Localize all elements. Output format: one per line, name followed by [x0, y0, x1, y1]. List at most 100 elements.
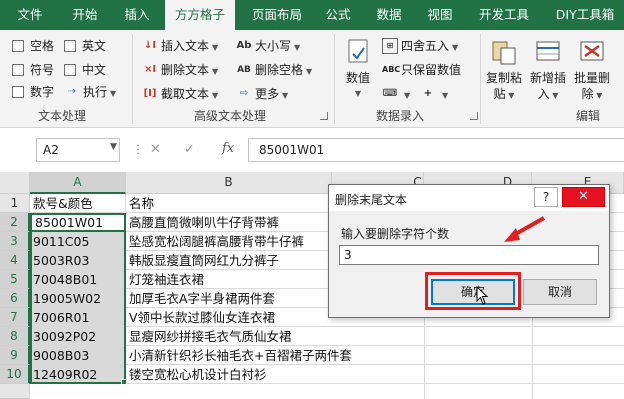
formula-bar-grip-icon[interactable]: ⋮: [132, 142, 144, 156]
batch-delete-button[interactable]: 批量删 除 ▼: [570, 36, 614, 106]
group-separator: [132, 34, 133, 124]
new-insert-icon: [536, 41, 560, 61]
tab-diy-toolbox[interactable]: DIY工具箱: [546, 0, 624, 30]
help-button[interactable]: ?: [534, 187, 558, 207]
dialog-titlebar[interactable]: 删除末尾文本 ? ✕: [329, 185, 609, 211]
cell-a8[interactable]: 30092P02: [30, 327, 126, 346]
row-header[interactable]: 9: [0, 346, 30, 365]
fill-handle[interactable]: [121, 379, 127, 385]
group-label-edit: 编辑: [576, 109, 601, 123]
tab-home[interactable]: 开始: [60, 0, 110, 30]
insert-function-icon[interactable]: fx: [222, 141, 234, 156]
checkbox-label: 符号: [30, 63, 55, 77]
column-header-b[interactable]: B: [126, 172, 332, 194]
checkbox-box[interactable]: [12, 64, 24, 76]
delete-space-icon: AB: [237, 65, 251, 75]
cancel-icon[interactable]: ✕: [150, 142, 161, 157]
group-label-advanced-text: 高级文本处理: [194, 109, 267, 123]
dropdown-arrow-icon: ▼: [452, 43, 459, 52]
extract-text-label: 截取文本: [161, 87, 210, 101]
dropdown-arrow-icon: ▼: [306, 67, 313, 76]
column-header-a[interactable]: A: [30, 172, 126, 194]
tab-file[interactable]: 文件: [6, 0, 54, 30]
cell-a3[interactable]: 9011C05: [30, 232, 126, 251]
cancel-button[interactable]: 取消: [523, 279, 597, 305]
tab-developer[interactable]: 开发工具: [468, 0, 540, 30]
row-header[interactable]: 4: [0, 251, 30, 270]
checkbox-label: 英文: [82, 39, 107, 53]
name-box-dropdown-icon[interactable]: ▼: [110, 142, 117, 152]
more-icon: ⇨: [239, 88, 249, 99]
enter-icon[interactable]: ✓: [184, 142, 195, 157]
cell-a5[interactable]: 70048B01: [30, 270, 126, 289]
row-header[interactable]: 7: [0, 308, 30, 327]
insert-text-label: 插入文本: [161, 39, 210, 53]
cell-a6[interactable]: 19005W02: [30, 289, 126, 308]
cell-b10[interactable]: 镂空宽松心机设计白衬衫: [126, 365, 624, 384]
delete-count-input[interactable]: 3: [339, 245, 599, 265]
row-header[interactable]: 5: [0, 270, 30, 289]
cell-a9[interactable]: 9008B03: [30, 346, 126, 365]
row-header[interactable]: 8: [0, 327, 30, 346]
copy-paste-label-line1: 复制粘: [485, 71, 522, 85]
tab-data[interactable]: 数据: [366, 0, 412, 30]
select-all-corner[interactable]: [0, 172, 30, 194]
keyboard-icon: ⌨: [382, 88, 398, 99]
tab-formulas[interactable]: 公式: [316, 0, 360, 30]
dropdown-arrow-icon: ▼: [354, 89, 362, 98]
tab-page-layout[interactable]: 页面布局: [244, 0, 310, 30]
formula-input[interactable]: 85001W01: [248, 138, 624, 162]
insert-text-icon: ↓I: [143, 40, 157, 51]
copy-paste-button[interactable]: 复制粘 贴 ▼: [482, 36, 526, 106]
formula-bar: A2 ▼ ⋮ ✕ ✓ fx 85001W01: [0, 128, 624, 172]
tab-fangfangezi[interactable]: 方方格子: [165, 0, 235, 31]
extract-text-icon: [I]: [143, 88, 157, 99]
checkbox-box[interactable]: [12, 86, 24, 98]
cell-a2-active[interactable]: 85001W01: [30, 213, 126, 232]
row-header[interactable]: 3: [0, 232, 30, 251]
row-header-11[interactable]: [0, 384, 30, 399]
copy-paste-icon: [492, 41, 516, 65]
cell-a1[interactable]: 款号&颜色: [30, 194, 126, 213]
case-label: 大小写: [255, 39, 292, 53]
cell-a7[interactable]: 7006R01: [30, 308, 126, 327]
new-insert-label-line1: 新增插: [529, 71, 566, 85]
dropdown-arrow-icon: ▼: [282, 91, 289, 100]
batch-delete-label-line2: 除 ▼: [581, 87, 603, 101]
value-icon: [348, 39, 368, 63]
tab-insert[interactable]: 插入: [112, 0, 162, 30]
cell-a10[interactable]: 12409R02: [30, 365, 126, 384]
mouse-pointer-icon: [476, 286, 489, 305]
ribbon-body: 空格 英文 符号 中文 数字 ⇢ 执行 ▼ 文本处理 ↓I 插入文本 ▼ ×I 删除…: [0, 30, 624, 128]
delete-space-label: 删除空格: [255, 63, 304, 77]
copy-paste-label-line2: 贴 ▼: [493, 87, 515, 101]
checkbox-label: 空格: [30, 39, 55, 53]
row-header[interactable]: 1: [0, 194, 30, 213]
row-header[interactable]: 2: [0, 213, 30, 232]
row-header[interactable]: 10: [0, 365, 30, 384]
ribbon-tab-bar: 文件 开始 插入 方方格子 页面布局 公式 数据 视图 开发工具 DIY工具箱: [0, 0, 624, 31]
dropdown-arrow-icon: ▼: [442, 91, 449, 100]
cell-a4[interactable]: 5003R03: [30, 251, 126, 270]
checkbox-label: 数字: [30, 85, 55, 99]
name-box[interactable]: A2: [36, 138, 120, 162]
dialog-prompt: 输入要删除字符个数: [341, 227, 450, 241]
execute-label: 执行: [83, 85, 108, 99]
cell-b8[interactable]: 显瘦网纱拼接毛衣气质仙女裙: [126, 327, 624, 346]
data-entry-launcher-icon[interactable]: [470, 112, 478, 120]
checkbox-box[interactable]: [64, 64, 76, 76]
checkbox-box[interactable]: [12, 40, 24, 52]
value-button[interactable]: 数值 ▼: [338, 36, 378, 106]
delete-text-icon: ×I: [143, 64, 157, 75]
cell-b9[interactable]: 小清新针织衫长袖毛衣+百褶裙子两件套: [126, 346, 624, 365]
advanced-text-launcher-icon[interactable]: [320, 112, 328, 120]
new-insert-button[interactable]: 新增插 入 ▼: [526, 36, 570, 106]
value-label: 数值: [345, 71, 370, 85]
batch-delete-label-line1: 批量删: [573, 71, 610, 85]
close-button[interactable]: ✕: [562, 187, 605, 207]
keep-value-icon: ABC: [382, 65, 401, 74]
checkbox-box[interactable]: [64, 40, 76, 52]
row-header[interactable]: 6: [0, 289, 30, 308]
group-separator: [480, 34, 481, 124]
tab-view[interactable]: 视图: [418, 0, 462, 30]
